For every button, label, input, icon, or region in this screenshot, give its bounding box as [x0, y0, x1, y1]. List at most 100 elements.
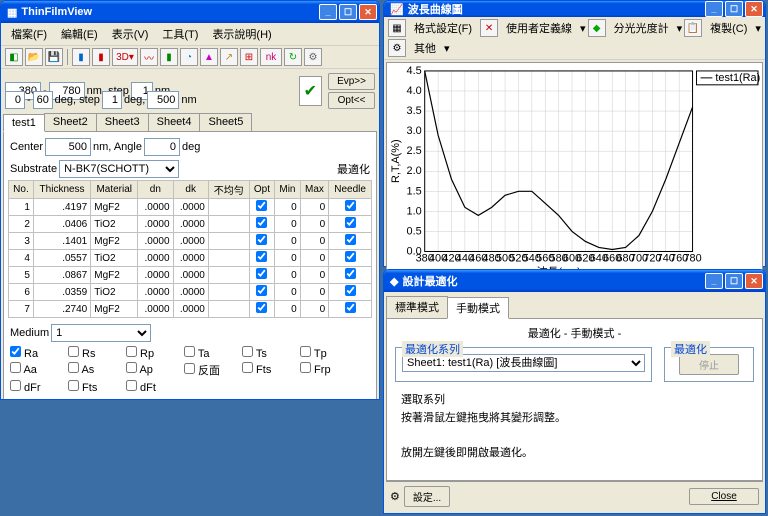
tool-gear-icon[interactable]: ⚙ — [304, 48, 322, 66]
chart-userline-icon[interactable]: ✕ — [480, 19, 498, 37]
col-header[interactable]: dk — [173, 181, 208, 199]
output-check[interactable]: Fts — [242, 362, 290, 378]
menu-tools[interactable]: 工具(T) — [156, 25, 204, 43]
output-check[interactable]: Rp — [126, 346, 174, 360]
needle-check[interactable] — [345, 200, 356, 211]
chart-other-icon[interactable]: ⚙ — [388, 39, 406, 57]
chart-menu-copy[interactable]: 複製(C) — [704, 19, 753, 37]
opt-check[interactable] — [256, 285, 267, 296]
opt-check[interactable] — [256, 268, 267, 279]
minimize-button[interactable]: _ — [319, 4, 337, 20]
output-check[interactable]: dFr — [10, 380, 58, 394]
table-row[interactable]: 7.2740MgF2.0000.000000 — [9, 301, 372, 318]
tool-nk-icon[interactable]: nk — [260, 48, 282, 66]
output-check[interactable]: Rs — [68, 346, 116, 360]
ang-end-input[interactable] — [33, 91, 53, 109]
opt-check[interactable] — [256, 251, 267, 262]
output-check[interactable]: Tp — [300, 346, 348, 360]
tool-open-icon[interactable]: 📂 — [25, 48, 43, 66]
output-check[interactable]: Frp — [300, 362, 348, 378]
chart-menu-spectro[interactable]: 分光光度計 — [608, 19, 675, 37]
ang-step-input[interactable] — [102, 91, 122, 109]
evp-button[interactable]: Evp>> — [328, 73, 375, 90]
needle-check[interactable] — [345, 302, 356, 313]
tab-sheet2[interactable]: Sheet2 — [44, 113, 97, 131]
menu-file[interactable]: 檔案(F) — [5, 25, 53, 43]
maximize-button[interactable]: ☐ — [339, 4, 357, 20]
needle-check[interactable] — [345, 268, 356, 279]
chart-menu-other[interactable]: 其他 — [408, 39, 442, 57]
tool-chart-icon[interactable]: ▮ — [72, 48, 90, 66]
menu-edit[interactable]: 編輯(E) — [55, 25, 104, 43]
close-button[interactable]: ✕ — [359, 4, 377, 20]
tool-new-icon[interactable]: ◧ — [5, 48, 23, 66]
table-row[interactable]: 5.0867MgF2.0000.000000 — [9, 267, 372, 284]
chart-spectro-icon[interactable]: ◆ — [588, 19, 606, 37]
output-check[interactable]: Aa — [10, 362, 58, 378]
tool-save-icon[interactable]: 💾 — [45, 48, 63, 66]
tab-sheet3[interactable]: Sheet3 — [96, 113, 149, 131]
tool-chart2-icon[interactable]: ▮ — [92, 48, 110, 66]
chart-titlebar[interactable]: 📈 波長曲線圖 _ ☐ ✕ — [384, 1, 765, 17]
tool-refresh-icon[interactable]: ↻ — [284, 48, 302, 66]
opt-check[interactable] — [256, 234, 267, 245]
col-header[interactable]: dn — [138, 181, 173, 199]
center-input[interactable] — [45, 138, 91, 156]
opt-minimize-button[interactable]: _ — [705, 273, 723, 289]
opt-button[interactable]: Opt<< — [328, 92, 375, 109]
col-header[interactable]: Thickness — [33, 181, 90, 199]
output-check[interactable]: Ra — [10, 346, 58, 360]
opt-close2-button[interactable]: Close — [689, 488, 759, 505]
col-header[interactable]: Min — [275, 181, 301, 199]
ang-start-input[interactable] — [5, 91, 25, 109]
table-row[interactable]: 6.0359TiO2.0000.000000 — [9, 284, 372, 301]
tool-color-icon[interactable]: ▲ — [200, 48, 218, 66]
output-check[interactable]: Fts — [68, 380, 116, 394]
opt-check[interactable] — [256, 302, 267, 313]
chart-format-icon[interactable]: ▦ — [388, 19, 406, 37]
chart-close-button[interactable]: ✕ — [745, 1, 763, 17]
col-header[interactable]: 不均勻 — [208, 181, 249, 199]
tab-sheet4[interactable]: Sheet4 — [148, 113, 201, 131]
output-check[interactable]: Ta — [184, 346, 232, 360]
output-check[interactable]: 反面 — [184, 362, 232, 378]
opt-close-button[interactable]: ✕ — [745, 273, 763, 289]
tab-test1[interactable]: test1 — [3, 114, 45, 132]
output-check[interactable]: Ts — [242, 346, 290, 360]
output-check[interactable]: dFt — [126, 380, 174, 394]
chart-copy-icon[interactable]: 📋 — [684, 19, 702, 37]
tool-arrow-icon[interactable]: ↗ — [220, 48, 238, 66]
table-row[interactable]: 4.0557TiO2.0000.000000 — [9, 250, 372, 267]
output-check[interactable]: As — [68, 362, 116, 378]
tab-sheet5[interactable]: Sheet5 — [199, 113, 252, 131]
opt-check[interactable] — [256, 200, 267, 211]
angle-input[interactable] — [144, 138, 180, 156]
tool-sample-icon[interactable]: ⊞ — [240, 48, 258, 66]
needle-check[interactable] — [345, 251, 356, 262]
tool-graph-icon[interactable]: ◔ — [180, 48, 198, 66]
check-indicator[interactable]: ✔ — [299, 76, 322, 106]
settings-button[interactable]: 設定... — [404, 486, 450, 507]
substrate-select[interactable]: N-BK7(SCHOTT) — [59, 160, 179, 178]
col-header[interactable]: Opt — [249, 181, 275, 199]
col-header[interactable]: Material — [91, 181, 138, 199]
menu-help[interactable]: 表示說明(H) — [206, 25, 277, 43]
needle-check[interactable] — [345, 217, 356, 228]
chart-maximize-button[interactable]: ☐ — [725, 1, 743, 17]
tool-wave-icon[interactable]: 〰 — [140, 48, 158, 66]
col-header[interactable]: No. — [9, 181, 34, 199]
opt-check[interactable] — [256, 217, 267, 228]
table-row[interactable]: 3.1401MgF2.0000.000000 — [9, 233, 372, 250]
medium-select[interactable]: 1 — [51, 324, 151, 342]
tool-3d-icon[interactable]: 3D▾ — [112, 48, 138, 66]
menu-view[interactable]: 表示(V) — [106, 25, 155, 43]
ang-center-input[interactable] — [147, 91, 179, 109]
opt-maximize-button[interactable]: ☐ — [725, 273, 743, 289]
chart-menu-format[interactable]: 格式設定(F) — [408, 19, 478, 37]
output-check[interactable]: Ap — [126, 362, 174, 378]
needle-check[interactable] — [345, 234, 356, 245]
layer-table[interactable]: No.ThicknessMaterialdndk不均勻OptMinMaxNeed… — [8, 180, 372, 318]
col-header[interactable]: Max — [300, 181, 329, 199]
main-titlebar[interactable]: ▦ ThinFilmView _ ☐ ✕ — [1, 1, 379, 23]
tab-standard[interactable]: 標準模式 — [386, 296, 448, 318]
